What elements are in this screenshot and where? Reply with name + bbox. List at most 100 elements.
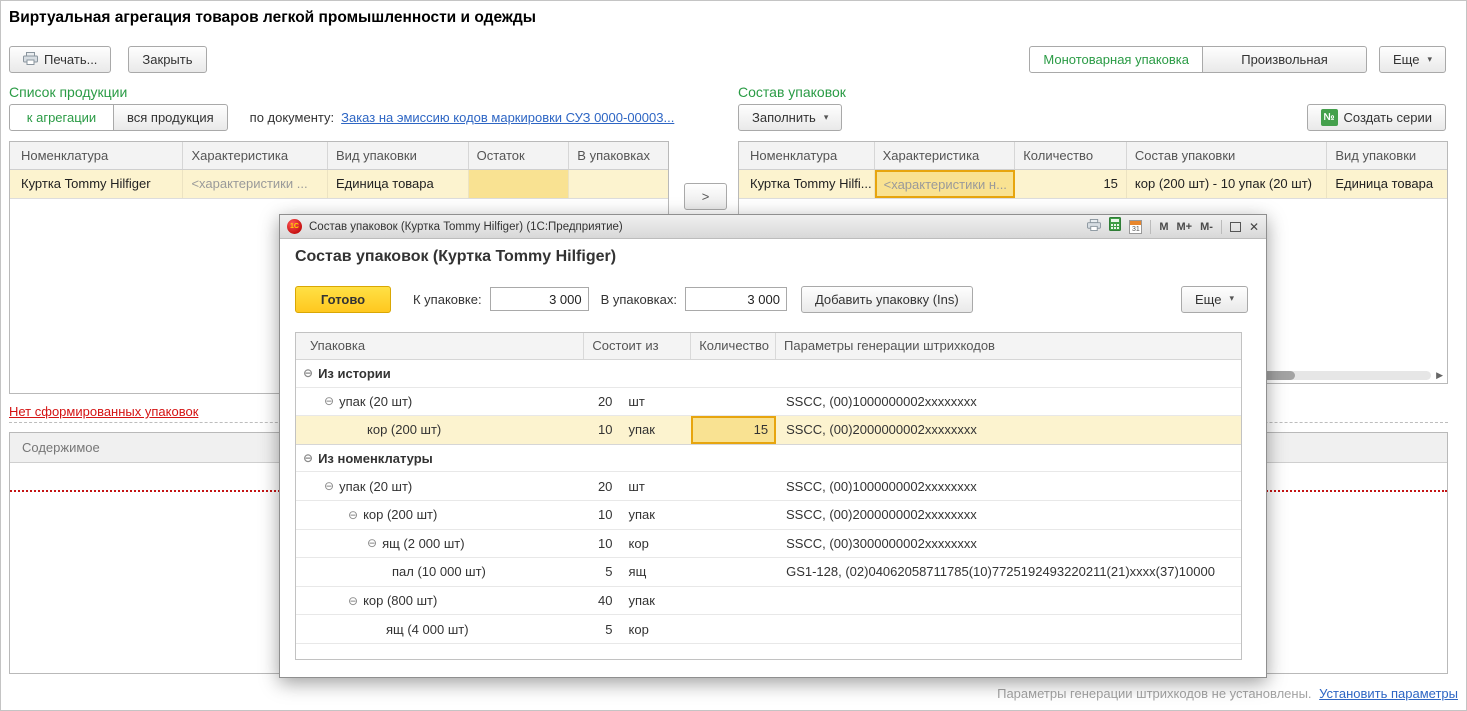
dialog-titlebar[interactable]: 1С Состав упаковок (Куртка Tommy Hilfige…: [280, 215, 1266, 239]
cell-quantity-selected[interactable]: 15: [691, 416, 776, 444]
tree-group-row[interactable]: ⊖Из номенклатуры: [296, 444, 1241, 473]
print-icon[interactable]: [1087, 218, 1101, 236]
tree-group-row[interactable]: ⊖Из истории: [296, 359, 1241, 388]
cell-quantity[interactable]: 15: [1015, 170, 1127, 198]
column-header[interactable]: Состоит из: [584, 333, 691, 359]
table-row[interactable]: Куртка Tommy Hilfiger <характеристики ..…: [10, 170, 668, 199]
cell-barcode-params[interactable]: GS1-128, (02)04062058711785(10)772519249…: [776, 558, 1241, 586]
tree-row[interactable]: ⊖кор (800 шт) 40упак: [296, 587, 1241, 616]
cell-barcode-params[interactable]: SSCC, (00)1000000002xxxxxxxx: [776, 388, 1241, 416]
cell-barcode-params[interactable]: [776, 587, 1241, 615]
column-header[interactable]: Параметры генерации штрихкодов: [776, 333, 1241, 359]
column-header[interactable]: Вид упаковки: [1327, 142, 1447, 169]
column-header[interactable]: Номенклатура: [739, 142, 875, 169]
pack-label: упак (20 шт): [339, 394, 412, 409]
cell-nomenclature[interactable]: Куртка Tommy Hilfiger: [10, 170, 183, 198]
in-packs-input[interactable]: [685, 287, 787, 311]
column-header[interactable]: Упаковка: [296, 333, 584, 359]
tree-row[interactable]: ⊖ящ (2 000 шт) 10кор SSCC, (00)300000000…: [296, 530, 1241, 559]
done-button[interactable]: Готово: [295, 286, 391, 313]
cell-barcode-params[interactable]: SSCC, (00)3000000002xxxxxxxx: [776, 530, 1241, 558]
cell-quantity[interactable]: [691, 388, 776, 416]
column-header[interactable]: Вид упаковки: [328, 142, 469, 169]
memory-plus-button[interactable]: M+: [1177, 221, 1193, 233]
calculator-icon[interactable]: [1109, 217, 1121, 236]
tab-to-aggregation-label: к агрегации: [27, 110, 96, 125]
no-packs-link[interactable]: Нет сформированных упаковок: [9, 404, 198, 419]
calendar-icon[interactable]: 31: [1129, 220, 1142, 234]
set-parameters-link[interactable]: Установить параметры: [1319, 686, 1458, 701]
number-sign-icon: №: [1321, 109, 1338, 126]
tab-all-products[interactable]: вся продукция: [113, 104, 228, 131]
more-button[interactable]: Еще ▾: [1379, 46, 1446, 73]
create-series-button[interactable]: № Создать серии: [1307, 104, 1447, 131]
cell-barcode-params[interactable]: SSCC, (00)2000000002xxxxxxxx: [776, 416, 1241, 444]
collapse-icon[interactable]: ⊖: [367, 536, 377, 550]
scroll-right-icon[interactable]: ▶: [1436, 371, 1443, 381]
consist-number: 5: [585, 622, 613, 637]
in-packs-label: В упаковках:: [601, 292, 677, 307]
cell-quantity[interactable]: [691, 472, 776, 500]
collapse-icon[interactable]: ⊖: [303, 451, 313, 465]
column-header[interactable]: Характеристика: [875, 142, 1016, 169]
column-header[interactable]: В упаковках: [569, 142, 668, 169]
table-row[interactable]: Куртка Tommy Hilfi... <характеристики н.…: [739, 170, 1447, 199]
tree-row[interactable]: ⊖упак (20 шт) 20шт SSCC, (00)1000000002x…: [296, 472, 1241, 501]
tree-row-selected[interactable]: кор (200 шт) 10упак 15 SSCC, (00)2000000…: [296, 416, 1241, 445]
cell-quantity[interactable]: [691, 587, 776, 615]
print-button[interactable]: Печать...: [9, 46, 111, 73]
add-pack-button[interactable]: Добавить упаковку (Ins): [801, 286, 973, 313]
cell-quantity[interactable]: [691, 615, 776, 643]
maximize-icon[interactable]: [1230, 222, 1241, 232]
tree-row[interactable]: ⊖упак (20 шт) 20шт SSCC, (00)1000000002x…: [296, 388, 1241, 417]
collapse-icon[interactable]: ⊖: [303, 366, 313, 380]
tab-arbitrary-pack[interactable]: Произвольная: [1202, 46, 1367, 73]
column-header[interactable]: Остаток: [469, 142, 570, 169]
cell-in-packs[interactable]: [569, 170, 668, 198]
fill-button[interactable]: Заполнить ▾: [738, 104, 842, 131]
cell-quantity[interactable]: [691, 530, 776, 558]
cell-nomenclature[interactable]: Куртка Tommy Hilfi...: [739, 170, 875, 198]
transfer-right-button[interactable]: >: [684, 183, 727, 210]
cell-characteristic-selected[interactable]: <характеристики н...: [875, 170, 1016, 198]
cell-quantity[interactable]: [691, 501, 776, 529]
tab-mono-pack[interactable]: Монотоварная упаковка: [1029, 46, 1203, 73]
dialog-more-button[interactable]: Еще ▾: [1181, 286, 1248, 313]
cell-barcode-params[interactable]: [776, 615, 1241, 643]
tab-all-products-label: вся продукция: [127, 110, 214, 125]
products-filter-switcher: к агрегации вся продукция: [9, 104, 228, 131]
column-header[interactable]: Номенклатура: [10, 142, 183, 169]
chevron-down-icon: ▾: [1229, 294, 1234, 304]
cell-pack-kind[interactable]: Единица товара: [1327, 170, 1447, 198]
column-header[interactable]: Состав упаковки: [1127, 142, 1327, 169]
column-header[interactable]: Количество: [691, 333, 776, 359]
memory-button[interactable]: M: [1159, 221, 1168, 233]
collapse-icon[interactable]: ⊖: [324, 394, 334, 408]
memory-minus-button[interactable]: M-: [1200, 221, 1213, 233]
tree-row[interactable]: ящ (4 000 шт) 5кор: [296, 615, 1241, 644]
chevron-down-icon: ▾: [824, 113, 829, 123]
cell-pack-kind[interactable]: Единица товара: [328, 170, 469, 198]
collapse-icon[interactable]: ⊖: [348, 508, 358, 522]
close-icon[interactable]: ✕: [1249, 220, 1259, 234]
to-pack-input[interactable]: [490, 287, 589, 311]
emission-order-link[interactable]: Заказ на эмиссию кодов маркировки СУЗ 00…: [341, 110, 674, 125]
cell-composition[interactable]: кор (200 шт) - 10 упак (20 шт): [1127, 170, 1327, 198]
collapse-icon[interactable]: ⊖: [348, 594, 358, 608]
tree-row[interactable]: ⊖кор (200 шт) 10упак SSCC, (00)200000000…: [296, 501, 1241, 530]
column-header[interactable]: Количество: [1015, 142, 1127, 169]
close-view-button[interactable]: Закрыть: [128, 46, 206, 73]
page-title: Виртуальная агрегация товаров легкой про…: [9, 9, 536, 27]
tree-row[interactable]: пал (10 000 шт) 5ящ GS1-128, (02)0406205…: [296, 558, 1241, 587]
1c-logo-icon: 1С: [287, 219, 302, 234]
collapse-icon[interactable]: ⊖: [324, 479, 334, 493]
cell-barcode-params[interactable]: SSCC, (00)1000000002xxxxxxxx: [776, 472, 1241, 500]
consist-number: 40: [584, 593, 612, 608]
tab-to-aggregation[interactable]: к агрегации: [9, 104, 114, 131]
cell-barcode-params[interactable]: SSCC, (00)2000000002xxxxxxxx: [776, 501, 1241, 529]
cell-rest[interactable]: [469, 170, 570, 198]
cell-characteristic[interactable]: <характеристики ...: [183, 170, 328, 198]
cell-quantity[interactable]: [691, 558, 776, 586]
column-header[interactable]: Характеристика: [183, 142, 328, 169]
consist-number: 10: [584, 422, 612, 437]
